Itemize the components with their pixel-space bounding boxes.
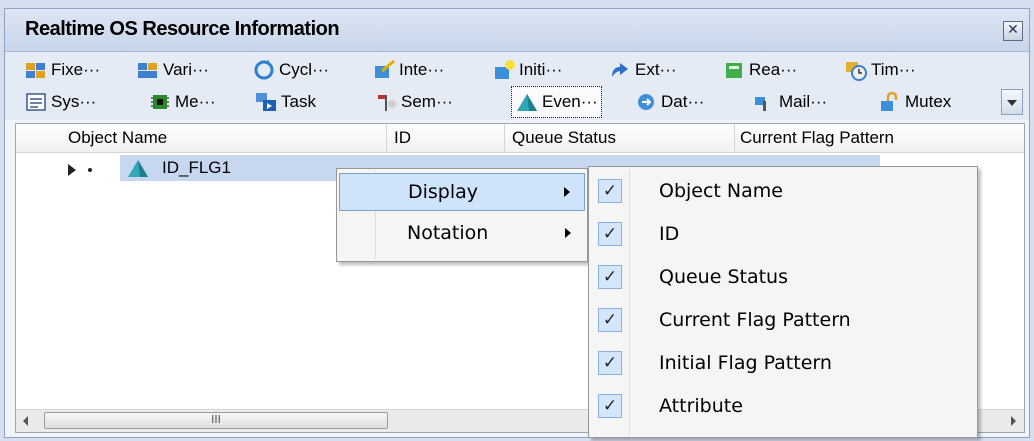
check-icon: ✓: [598, 265, 622, 289]
bullet-icon: [88, 168, 92, 172]
eventflag-icon: [126, 157, 150, 183]
toolbar-label: Task: [281, 92, 316, 111]
eventflag-button[interactable]: Even···: [511, 86, 602, 118]
menu-item-id[interactable]: ✓ ID: [591, 216, 975, 254]
toolbar-label: Mutex: [905, 92, 952, 111]
eventflag-icon: [515, 91, 539, 113]
submenu-arrow-icon: [565, 228, 571, 238]
menu-item-display[interactable]: Display: [339, 173, 585, 211]
toolbar-label: Tim···: [871, 60, 916, 79]
variable-memory-pool-icon: [136, 59, 160, 81]
expand-triangle-icon[interactable]: [68, 164, 76, 176]
close-button[interactable]: ✕: [1003, 21, 1023, 41]
initialization-routine-icon: [492, 59, 516, 81]
extended-service-call-icon: [608, 59, 632, 81]
toolbar-label: Rea···: [749, 60, 798, 79]
ready-queue-button[interactable]: Rea···: [719, 56, 800, 84]
toolbar-label: Dat···: [661, 92, 705, 111]
menu-item-label: Initial Flag Pattern: [659, 352, 832, 374]
fixed-memory-pool-icon: [24, 59, 48, 81]
scrollbar-thumb[interactable]: III: [44, 412, 388, 429]
timer-queue-button[interactable]: Tim···: [841, 56, 919, 84]
column-header-queue-status[interactable]: Queue Status: [512, 128, 616, 148]
toolbar-label: Fixe···: [51, 60, 101, 79]
check-icon: ✓: [598, 308, 622, 332]
table-header: Object Name ID Queue Status Current Flag…: [16, 124, 1024, 153]
check-icon: ✓: [598, 351, 622, 375]
column-header-current-flag-pattern[interactable]: Current Flag Pattern: [740, 128, 894, 148]
interrupt-handler-icon: [372, 59, 396, 81]
column-header-id[interactable]: ID: [394, 128, 411, 148]
menu-item-label: ID: [659, 223, 680, 245]
task-button[interactable]: Task: [251, 88, 319, 116]
submenu-arrow-icon: [564, 187, 570, 197]
toolbar-label: Inte···: [399, 60, 445, 79]
menu-item-object-name[interactable]: ✓ Object Name: [591, 173, 975, 211]
menu-item-label: Notation: [407, 222, 489, 244]
column-divider[interactable]: [734, 124, 735, 152]
menu-item-label: Queue Status: [659, 266, 789, 288]
toolbar-label: Sys···: [51, 92, 97, 111]
menu-item-label: Display: [408, 181, 479, 203]
mailbox-button[interactable]: Mail···: [749, 88, 830, 116]
menu-item-label: Object Name: [659, 180, 783, 202]
scroll-left-arrow-icon[interactable]: [16, 410, 38, 432]
cyclic-handler-icon: [252, 59, 276, 81]
menu-item-notation[interactable]: Notation: [339, 215, 585, 253]
toolbar-label: Vari···: [163, 60, 209, 79]
context-menu: Display Notation: [336, 168, 588, 262]
scroll-right-arrow-icon[interactable]: [1002, 410, 1024, 432]
toolbar-label: Mail···: [779, 92, 828, 111]
cyclic-handler-button[interactable]: Cycl···: [249, 56, 332, 84]
title-bar: Realtime OS Resource Information ✕: [5, 9, 1029, 52]
memory-button[interactable]: Me···: [145, 88, 219, 116]
check-icon: ✓: [598, 222, 622, 246]
system-information-icon: [24, 91, 48, 113]
toolbar-label: Even···: [542, 92, 598, 111]
variable-memory-pool-button[interactable]: Vari···: [133, 56, 212, 84]
menu-item-queue-status[interactable]: ✓ Queue Status: [591, 259, 975, 297]
toolbar-label: Me···: [175, 92, 216, 111]
task-icon: [254, 91, 278, 113]
timer-queue-icon: [844, 59, 868, 81]
toolbar-label: Ext···: [635, 60, 677, 79]
toolbar-label: Initi···: [519, 60, 563, 79]
resource-toolbar: Fixe··· Vari··· Cycl··· Inte··· Initi···: [5, 52, 1029, 120]
initialization-routine-button[interactable]: Initi···: [489, 56, 565, 84]
data-queue-button[interactable]: Dat···: [631, 88, 707, 116]
column-header-object-name[interactable]: Object Name: [68, 128, 167, 148]
menu-item-label: Current Flag Pattern: [659, 309, 851, 331]
check-icon: ✓: [598, 179, 622, 203]
interrupt-handler-button[interactable]: Inte···: [369, 56, 447, 84]
display-submenu: ✓ Object Name ✓ ID ✓ Queue Status ✓ Curr…: [588, 166, 978, 438]
data-queue-icon: [634, 91, 658, 113]
window-title: Realtime OS Resource Information: [25, 18, 340, 40]
fixed-memory-pool-button[interactable]: Fixe···: [21, 56, 103, 84]
extended-service-call-button[interactable]: Ext···: [605, 56, 680, 84]
menu-item-current-flag-pattern[interactable]: ✓ Current Flag Pattern: [591, 302, 975, 340]
column-divider[interactable]: [386, 124, 387, 152]
menu-item-attribute[interactable]: ✓ Attribute: [591, 388, 975, 426]
memory-icon: [148, 91, 172, 113]
system-information-button[interactable]: Sys···: [21, 88, 99, 116]
column-divider[interactable]: [504, 124, 505, 152]
toolbar-overflow-chevron-down-icon[interactable]: [1001, 89, 1023, 115]
mailbox-icon: [752, 91, 776, 113]
semaphore-icon: [374, 91, 398, 113]
toolbar-label: Sem···: [401, 92, 453, 111]
check-icon: ✓: [598, 394, 622, 418]
mutex-button[interactable]: Mutex: [875, 88, 954, 116]
mutex-icon: [878, 91, 902, 113]
object-name-cell: ID_FLG1: [162, 158, 231, 177]
ready-queue-icon: [722, 59, 746, 81]
menu-item-label: Attribute: [659, 395, 743, 417]
menu-item-initial-flag-pattern[interactable]: ✓ Initial Flag Pattern: [591, 345, 975, 383]
semaphore-button[interactable]: Sem···: [371, 88, 456, 116]
toolbar-label: Cycl···: [279, 60, 330, 79]
